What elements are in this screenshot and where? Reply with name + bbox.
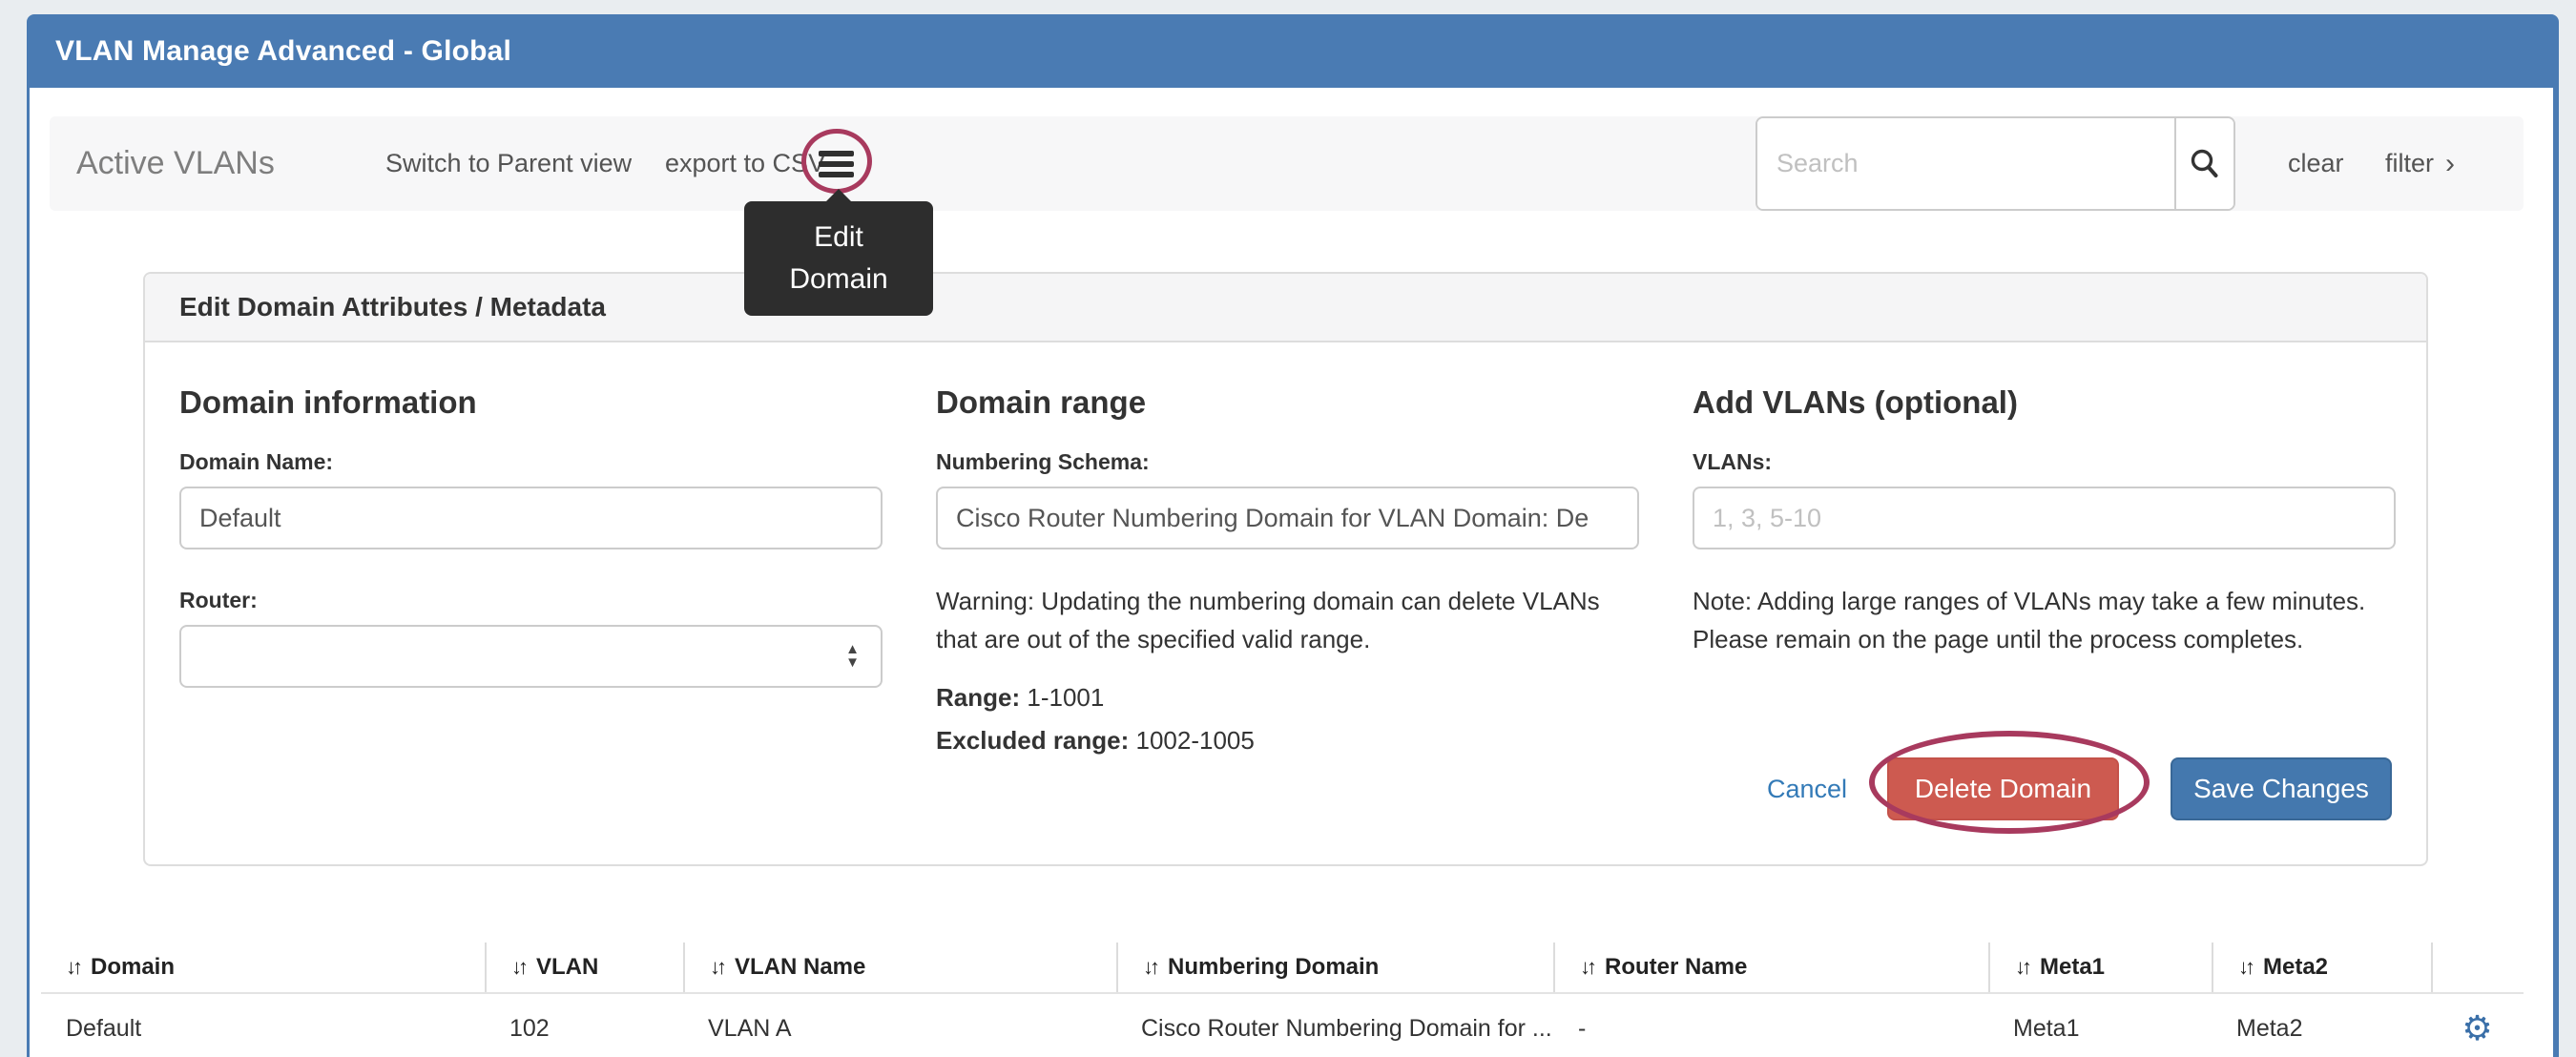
tooltip-arrow bbox=[825, 189, 852, 202]
column-header-domain[interactable]: ↓↑ Domain bbox=[41, 943, 485, 992]
edit-domain-tooltip: Edit Domain bbox=[744, 201, 933, 316]
vlans-label: VLANs: bbox=[1693, 449, 2396, 475]
sort-icon: ↓↑ bbox=[2015, 955, 2028, 980]
save-changes-button[interactable]: Save Changes bbox=[2171, 757, 2392, 820]
router-select[interactable]: ▲ ▼ bbox=[179, 625, 883, 688]
vlans-input[interactable] bbox=[1693, 487, 2396, 549]
page-title: VLAN Manage Advanced - Global bbox=[55, 35, 511, 68]
column-header-router-name[interactable]: ↓↑ Router Name bbox=[1553, 943, 1988, 992]
select-arrows-icon: ▲ ▼ bbox=[845, 643, 860, 670]
hamburger-icon bbox=[819, 151, 854, 156]
cell-actions: ⚙ bbox=[2431, 994, 2524, 1057]
gear-icon[interactable]: ⚙ bbox=[2462, 1011, 2492, 1046]
tooltip-line1: Edit bbox=[814, 217, 863, 259]
search-button[interactable] bbox=[2174, 118, 2233, 209]
excluded-range-label: Excluded range: bbox=[936, 726, 1129, 755]
table-header-row: ↓↑ Domain ↓↑ VLAN ↓↑ VLAN Name ↓↑ Number… bbox=[41, 943, 2524, 994]
panel-header: Edit Domain Attributes / Metadata bbox=[145, 274, 2426, 342]
sort-icon: ↓↑ bbox=[511, 955, 525, 980]
column-header-numbering-domain[interactable]: ↓↑ Numbering Domain bbox=[1116, 943, 1553, 992]
column-header-meta1[interactable]: ↓↑ Meta1 bbox=[1988, 943, 2212, 992]
edit-domain-panel: Edit Domain Attributes / Metadata Domain… bbox=[143, 272, 2428, 866]
search-icon bbox=[2189, 148, 2221, 180]
cell-meta2: Meta2 bbox=[2212, 994, 2431, 1057]
switch-to-parent-view-link[interactable]: Switch to Parent view bbox=[385, 116, 632, 211]
cell-router-name: - bbox=[1553, 994, 1988, 1057]
sort-icon: ↓↑ bbox=[1580, 955, 1593, 980]
panel-body: Domain information Domain Name: Router: … bbox=[145, 342, 2426, 756]
panel-title: Edit Domain Attributes / Metadata bbox=[179, 292, 606, 322]
vlan-table: ↓↑ Domain ↓↑ VLAN ↓↑ VLAN Name ↓↑ Number… bbox=[41, 943, 2524, 1057]
domain-range-heading: Domain range bbox=[936, 384, 1639, 421]
filter-link[interactable]: filter › bbox=[2385, 116, 2455, 211]
sort-icon: ↓↑ bbox=[66, 955, 79, 980]
vlans-note-text: Note: Adding large ranges of VLANs may t… bbox=[1693, 582, 2396, 658]
cancel-link[interactable]: Cancel bbox=[1767, 775, 1847, 804]
add-vlans-column: Add VLANs (optional) VLANs: Note: Adding… bbox=[1693, 384, 2396, 756]
numbering-schema-label: Numbering Schema: bbox=[936, 449, 1639, 475]
cell-domain: Default bbox=[41, 994, 485, 1057]
export-to-csv-link[interactable]: export to CSV bbox=[665, 116, 825, 211]
column-header-vlan-name[interactable]: ↓↑ VLAN Name bbox=[683, 943, 1116, 992]
add-vlans-heading: Add VLANs (optional) bbox=[1693, 384, 2396, 421]
domain-name-input[interactable] bbox=[179, 487, 883, 549]
domain-name-label: Domain Name: bbox=[179, 449, 883, 475]
sort-icon: ↓↑ bbox=[710, 955, 723, 980]
search-group bbox=[1755, 116, 2235, 211]
active-vlans-heading: Active VLANs bbox=[76, 116, 275, 211]
vlan-manage-page: VLAN Manage Advanced - Global Active VLA… bbox=[0, 0, 2576, 1057]
excluded-range-line: Excluded range: 1002-1005 bbox=[936, 726, 1639, 756]
toolbar: Active VLANs Switch to Parent view expor… bbox=[50, 116, 2524, 211]
domain-information-heading: Domain information bbox=[179, 384, 883, 421]
domain-information-column: Domain information Domain Name: Router: … bbox=[179, 384, 883, 756]
sort-icon: ↓↑ bbox=[2238, 955, 2252, 980]
range-line: Range: 1-1001 bbox=[936, 683, 1639, 713]
delete-domain-button[interactable]: Delete Domain bbox=[1887, 757, 2119, 820]
sort-icon: ↓↑ bbox=[1143, 955, 1156, 980]
domain-range-column: Domain range Numbering Schema: Warning: … bbox=[936, 384, 1639, 756]
cell-vlan-name: VLAN A bbox=[683, 994, 1116, 1057]
range-value: 1-1001 bbox=[1027, 683, 1104, 712]
cell-meta1: Meta1 bbox=[1988, 994, 2212, 1057]
clear-link[interactable]: clear bbox=[2288, 116, 2344, 211]
chevron-right-icon: › bbox=[2445, 150, 2455, 178]
column-header-meta2[interactable]: ↓↑ Meta2 bbox=[2212, 943, 2431, 992]
search-input[interactable] bbox=[1757, 118, 2174, 209]
numbering-schema-input[interactable] bbox=[936, 487, 1639, 549]
column-header-actions bbox=[2431, 943, 2524, 992]
column-header-vlan[interactable]: ↓↑ VLAN bbox=[485, 943, 683, 992]
range-label: Range: bbox=[936, 683, 1020, 712]
numbering-warning-text: Warning: Updating the numbering domain c… bbox=[936, 582, 1639, 658]
window-title-bar: VLAN Manage Advanced - Global bbox=[27, 14, 2559, 88]
cell-vlan: 102 bbox=[485, 994, 683, 1057]
excluded-range-value: 1002-1005 bbox=[1136, 726, 1255, 755]
cell-numbering-domain: Cisco Router Numbering Domain for ... bbox=[1116, 994, 1553, 1057]
tooltip-line2: Domain bbox=[789, 259, 887, 301]
table-row: Default 102 VLAN A Cisco Router Numberin… bbox=[41, 994, 2524, 1057]
panel-actions: Cancel Delete Domain Save Changes bbox=[1767, 757, 2392, 820]
router-label: Router: bbox=[179, 588, 883, 613]
